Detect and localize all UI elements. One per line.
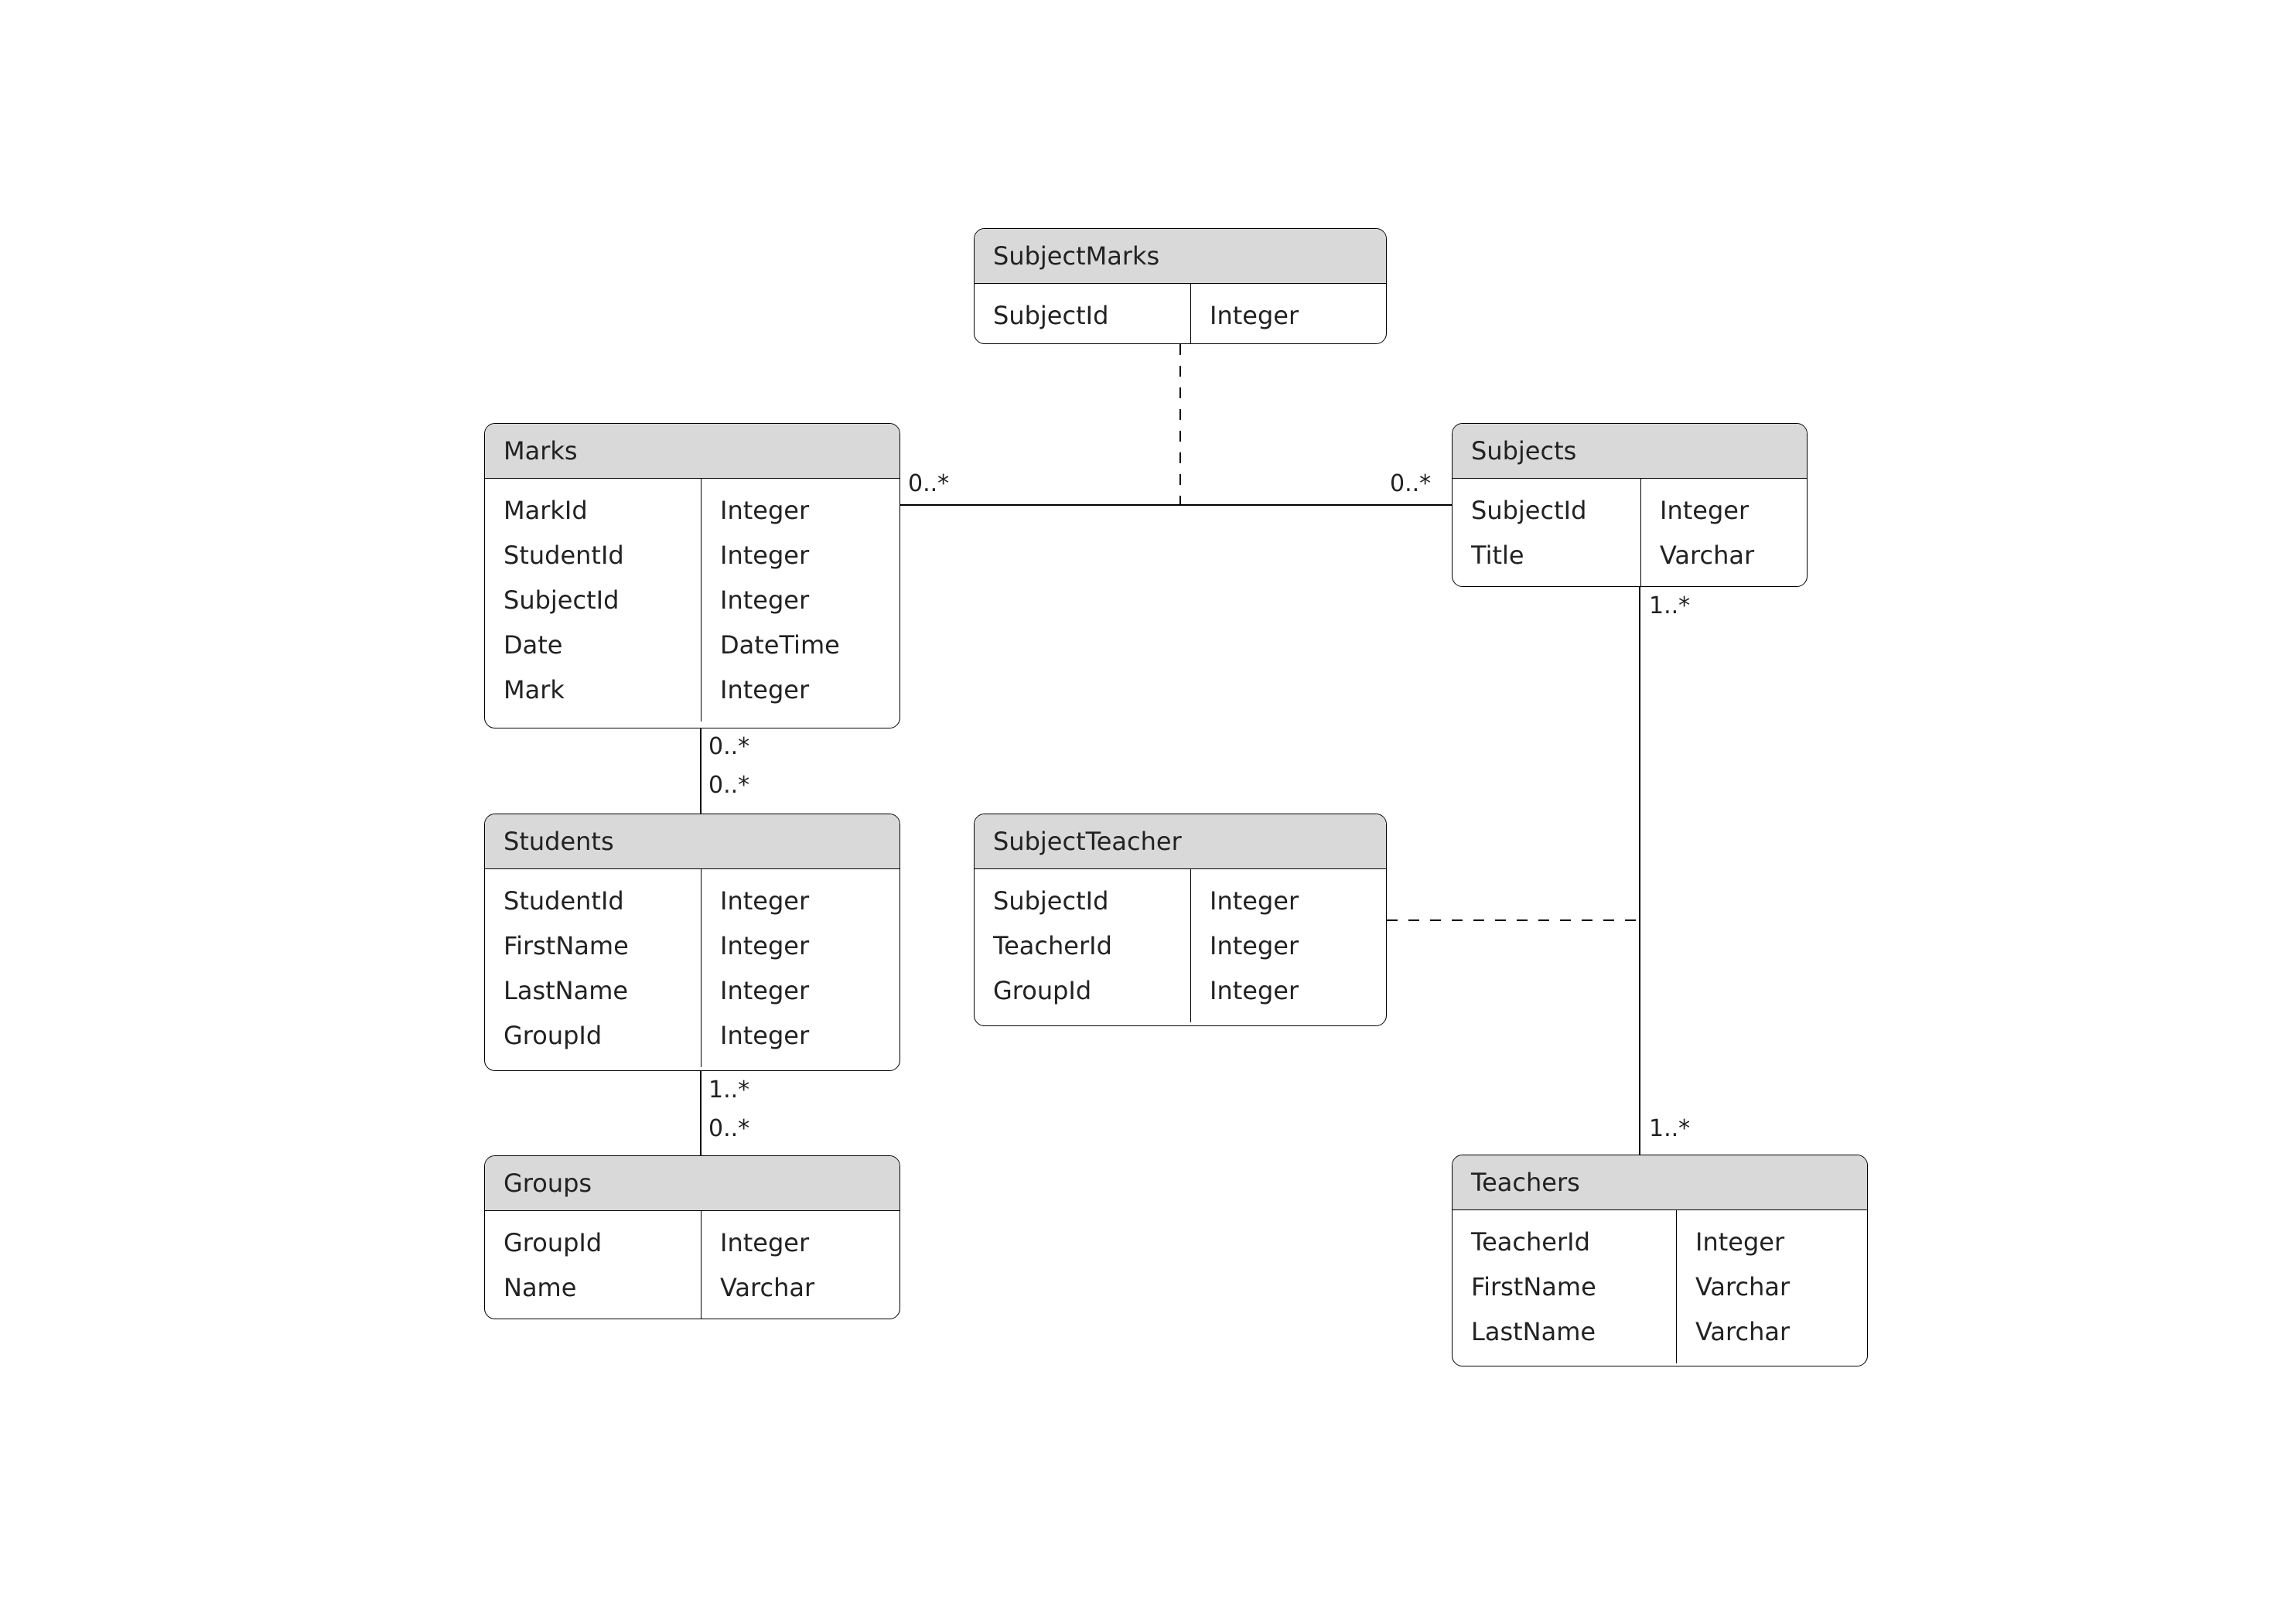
field-type: Integer — [1695, 1220, 1849, 1264]
entity-title: Marks — [485, 424, 900, 479]
field-type: Integer — [1210, 879, 1367, 923]
field-name: GroupId — [993, 968, 1172, 1013]
field-name: TeacherId — [1471, 1220, 1657, 1264]
field-type: Integer — [720, 968, 881, 1013]
field-name: LastName — [504, 968, 682, 1013]
field-type: Varchar — [1660, 533, 1788, 578]
entity-title: Teachers — [1453, 1155, 1867, 1210]
field-name: LastName — [1471, 1309, 1657, 1354]
field-name: SubjectId — [993, 879, 1172, 923]
multiplicity-label: 1..* — [1649, 1115, 1690, 1142]
entity-marks: Marks MarkIdStudentIdSubjectIdDateMark Int… — [484, 423, 900, 728]
multiplicity-label: 0..* — [1390, 470, 1431, 497]
field-type: Integer — [1210, 923, 1367, 968]
entity-subjectteacher: SubjectTeacher SubjectIdTeacherIdGroupId I… — [974, 814, 1387, 1026]
field-type: Integer — [720, 488, 881, 533]
multiplicity-label: 0..* — [708, 733, 749, 760]
field-name: GroupId — [504, 1013, 682, 1058]
field-name: SubjectId — [504, 578, 682, 623]
entity-title: SubjectMarks — [975, 229, 1386, 284]
multiplicity-label: 0..* — [708, 1115, 749, 1142]
entity-title: SubjectTeacher — [975, 814, 1386, 869]
field-name: StudentId — [504, 879, 682, 923]
field-name: Title — [1471, 533, 1622, 578]
field-type: Integer — [720, 1220, 881, 1265]
field-type: Integer — [1210, 293, 1367, 338]
field-name: Date — [504, 623, 682, 667]
field-name: SubjectId — [1471, 488, 1622, 533]
multiplicity-label: 1..* — [708, 1076, 749, 1104]
field-type: Integer — [720, 879, 881, 923]
multiplicity-label: 0..* — [708, 772, 749, 799]
entity-students: Students StudentIdFirstNameLastNameGroupI… — [484, 814, 900, 1071]
field-name: GroupId — [504, 1220, 682, 1265]
field-type: Integer — [720, 533, 881, 578]
field-name: TeacherId — [993, 923, 1172, 968]
entity-title: Groups — [485, 1156, 900, 1211]
entity-groups: Groups GroupIdName IntegerVarchar — [484, 1155, 900, 1319]
entity-title: Students — [485, 814, 900, 869]
field-type: Varchar — [720, 1265, 881, 1310]
field-name: Mark — [504, 667, 682, 712]
field-type: Integer — [1210, 968, 1367, 1013]
field-type: Integer — [1660, 488, 1788, 533]
field-name: Name — [504, 1265, 682, 1310]
field-type: Integer — [720, 578, 881, 623]
multiplicity-label: 0..* — [908, 470, 949, 497]
entity-title: Subjects — [1453, 424, 1807, 479]
field-type: Varchar — [1695, 1309, 1849, 1354]
entity-subjectmarks: SubjectMarks SubjectId Integer — [974, 228, 1387, 344]
field-name: FirstName — [1471, 1264, 1657, 1309]
field-type: DateTime — [720, 623, 881, 667]
field-name: FirstName — [504, 923, 682, 968]
entity-teachers: Teachers TeacherIdFirstNameLastName Intege… — [1452, 1155, 1868, 1366]
entity-subjects: Subjects SubjectIdTitle IntegerVarchar — [1452, 423, 1808, 587]
field-type: Varchar — [1695, 1264, 1849, 1309]
field-name: StudentId — [504, 533, 682, 578]
field-type: Integer — [720, 1013, 881, 1058]
field-type: Integer — [720, 923, 881, 968]
field-type: Integer — [720, 667, 881, 712]
multiplicity-label: 1..* — [1649, 592, 1690, 619]
field-name: MarkId — [504, 488, 682, 533]
field-name: SubjectId — [993, 293, 1172, 338]
